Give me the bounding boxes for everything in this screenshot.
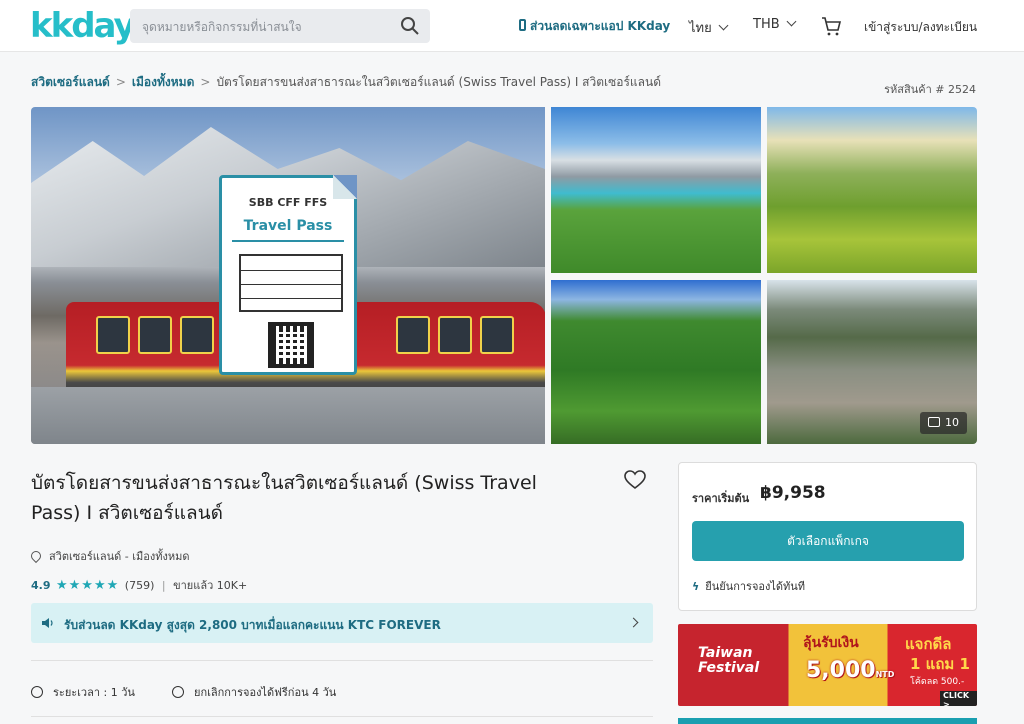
location-label: สวิตเซอร์แลนด์ - เมืองทั้งหมด (49, 550, 190, 563)
product-code: รหัสสินค้า # 2524 (884, 83, 976, 96)
pass-card-grid (239, 254, 343, 312)
price-amount: ฿9,958 (760, 483, 826, 503)
banner-cashback-value: 5,000 (806, 658, 876, 683)
breadcrumb-country[interactable]: สวิตเซอร์แลนด์ (31, 75, 110, 89)
location-pin-icon (28, 548, 44, 564)
banner-festival-title: Taiwan Festival (698, 646, 759, 676)
image-icon (928, 417, 940, 427)
heart-icon[interactable] (624, 469, 646, 491)
package-options-button[interactable]: ตัวเลือกแพ็กเกจ (692, 521, 964, 561)
price-box: ราคาเริ่มต้น ฿9,958 ตัวเลือกแพ็กเกจ ϟ ยืน… (678, 462, 977, 611)
divider (31, 716, 653, 717)
banner-deal-line2: 1 แถม 1 (910, 655, 970, 673)
kkday-logo[interactable]: kkday (30, 6, 136, 46)
language-label: ไทย (689, 21, 712, 36)
photo-count-button[interactable]: 10 (920, 412, 967, 434)
sold-count: ขายแล้ว 10K+ (173, 579, 248, 592)
instant-confirmation: ϟ ยืนยันการจองได้ทันที (692, 577, 805, 595)
chevron-down-icon (786, 16, 797, 27)
gallery-photo[interactable] (551, 107, 761, 273)
language-selector[interactable]: ไทย (689, 17, 729, 38)
cancellation-label: ยกเลิกการจองได้ฟรีก่อน 4 วัน (194, 686, 337, 699)
ktc-promo-text: รับส่วนลด KKday สูงสุด 2,800 บาทเมื่อแลก… (64, 618, 441, 632)
banner-festival-line2: Festival (698, 660, 760, 676)
cart-icon[interactable] (820, 15, 842, 37)
chevron-right-icon (628, 617, 639, 628)
lightning-icon: ϟ (692, 580, 700, 593)
qr-code-icon (268, 322, 314, 368)
banner-festival-line1: Taiwan (698, 645, 753, 661)
breadcrumb-current: บัตรโดยสารขนส่งสาธารณะในสวิตเซอร์แลนด์ (… (216, 75, 662, 89)
currency-selector[interactable]: THB (753, 16, 797, 32)
gallery-photo[interactable] (767, 107, 977, 273)
breadcrumb-all-cities[interactable]: เมืองทั้งหมด (132, 75, 194, 89)
pass-card-title: Travel Pass (243, 218, 333, 234)
clock-icon (31, 686, 43, 698)
banner-click-button[interactable]: CLICK > (940, 691, 977, 706)
main-photo[interactable]: SBB CFF FFS Travel Pass (31, 107, 545, 444)
travel-pass-card: SBB CFF FFS Travel Pass (219, 175, 357, 375)
photo-count-label: 10 (945, 416, 959, 429)
search-input[interactable]: จุดหมายหรือกิจกรรมที่น่าสนใจ (142, 18, 302, 37)
duration-label: ระยะเวลา : 1 วัน (53, 686, 135, 699)
rating-score: 4.9 (31, 579, 51, 592)
search-icon[interactable] (400, 16, 420, 36)
rating-stars-icon: ★★★★★ (56, 578, 120, 593)
taiwan-festival-banner[interactable]: Taiwan Festival ลุ้นรับเงิน 5,000NTD แจก… (678, 624, 977, 706)
instant-confirmation-label: ยืนยันการจองได้ทันที (705, 580, 806, 593)
divider (31, 660, 653, 661)
banner-cashback-label: ลุ้นรับเงิน (803, 635, 859, 651)
top-header: kkday จุดหมายหรือกิจกรรมที่น่าสนใจ ส่วนล… (0, 0, 1024, 52)
product-title: บัตรโดยสารขนส่งสาธารณะในสวิตเซอร์แลนด์ (… (31, 472, 537, 524)
breadcrumb-separator: > (115, 75, 126, 89)
app-promo-label: ส่วนลดเฉพาะแอป KKday (530, 19, 671, 33)
location: สวิตเซอร์แลนด์ - เมืองทั้งหมด (28, 547, 190, 565)
ktc-promo-banner[interactable]: รับส่วนลด KKday สูงสุด 2,800 บาทเมื่อแลก… (31, 603, 653, 643)
breadcrumb: สวิตเซอร์แลนด์ > เมืองทั้งหมด > บัตรโดยสารขน… (31, 73, 661, 92)
gallery-photo[interactable] (551, 280, 761, 444)
next-banner-edge (678, 718, 977, 724)
chevron-down-icon (718, 20, 729, 31)
rating-separator: | (161, 579, 166, 592)
price-from-label: ราคาเริ่มต้น (692, 492, 750, 505)
currency-label: THB (753, 17, 780, 32)
duration-info: ระยะเวลา : 1 วัน (31, 683, 135, 701)
banner-cashback-amount: 5,000NTD (806, 658, 894, 683)
pass-card-operator: SBB CFF FFS (248, 196, 328, 209)
app-promo-link[interactable]: ส่วนลดเฉพาะแอป KKday (519, 17, 670, 36)
review-count[interactable]: (759) (125, 579, 155, 592)
search-box[interactable]: จุดหมายหรือกิจกรรมที่น่าสนใจ (130, 9, 430, 43)
breadcrumb-separator: > (200, 75, 211, 89)
banner-cashback-unit: NTD (875, 670, 895, 679)
phone-icon (519, 19, 526, 31)
speaker-icon (42, 618, 53, 628)
rating-row: 4.9 ★★★★★ (759) | ขายแล้ว 10K+ (31, 576, 247, 594)
login-register-link[interactable]: เข้าสู่ระบบ/ลงทะเบียน (864, 18, 977, 37)
money-icon (172, 686, 184, 698)
cancellation-info: ยกเลิกการจองได้ฟรีก่อน 4 วัน (172, 683, 336, 701)
gallery-photo[interactable]: 10 (767, 280, 977, 444)
platform (31, 387, 545, 444)
banner-deal-code: โค้ดลด 500.- (910, 677, 965, 687)
